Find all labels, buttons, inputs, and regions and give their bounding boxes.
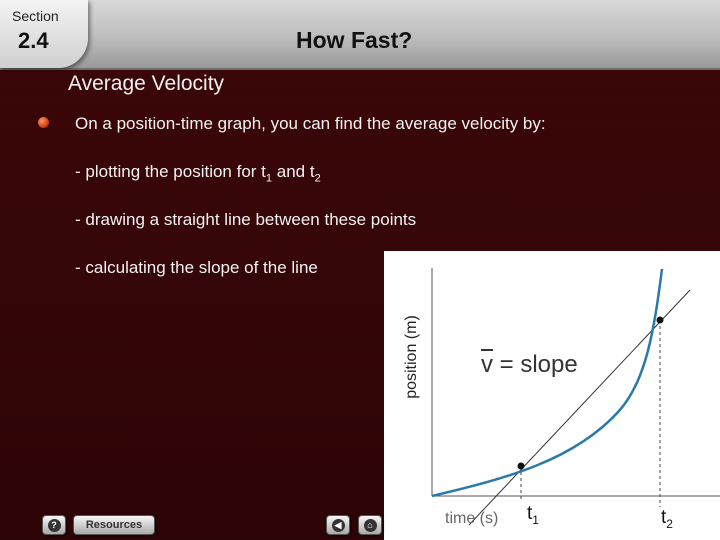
t2-point bbox=[656, 316, 664, 324]
section-tab: Section 2.4 bbox=[0, 0, 88, 68]
section-number: 2.4 bbox=[18, 28, 49, 53]
bullet-text: On a position-time graph, you can find t… bbox=[75, 114, 546, 133]
y-axis-label: position (m) bbox=[403, 315, 420, 399]
bottom-nav: ? Resources ◀ ⌂ bbox=[0, 506, 384, 540]
t2-tick-label: t2 bbox=[661, 507, 673, 531]
t1-sub: 1 bbox=[532, 512, 539, 527]
t2-sub: 2 bbox=[666, 516, 673, 531]
bullet-icon bbox=[38, 117, 49, 128]
slope-annotation: v = slope bbox=[481, 351, 578, 379]
graph-svg bbox=[431, 268, 720, 526]
secant-line bbox=[468, 289, 691, 526]
resources-button[interactable]: Resources bbox=[73, 515, 155, 535]
slope-annotation-text: = slope bbox=[493, 351, 578, 378]
home-button[interactable]: ⌂ bbox=[358, 515, 382, 535]
home-icon: ⌂ bbox=[363, 519, 377, 532]
step-drawing: - drawing a straight line between these … bbox=[75, 210, 417, 229]
t1-tick-label: t1 bbox=[527, 503, 539, 527]
back-button[interactable]: ◀ bbox=[326, 515, 350, 535]
slide-subtitle: Average Velocity bbox=[68, 72, 225, 95]
arrow-left-icon: ◀ bbox=[331, 519, 345, 532]
position-curve bbox=[431, 268, 664, 498]
average-velocity-symbol: v bbox=[481, 351, 493, 378]
x-axis-label: time (s) bbox=[445, 510, 499, 527]
question-icon: ? bbox=[47, 519, 61, 532]
step-plotting-mid: and t bbox=[272, 162, 315, 181]
step-plotting-text: - plotting the position for t bbox=[75, 162, 266, 181]
section-label: Section bbox=[12, 8, 59, 24]
position-time-graph bbox=[384, 251, 720, 540]
page-title: How Fast? bbox=[296, 27, 413, 53]
step-plotting-sub2: 2 bbox=[314, 172, 321, 185]
t1-point bbox=[517, 462, 525, 470]
help-button[interactable]: ? bbox=[42, 515, 66, 535]
step-calculating: - calculating the slope of the line bbox=[75, 258, 318, 277]
step-plotting: - plotting the position for t1 and t2 bbox=[75, 162, 321, 184]
